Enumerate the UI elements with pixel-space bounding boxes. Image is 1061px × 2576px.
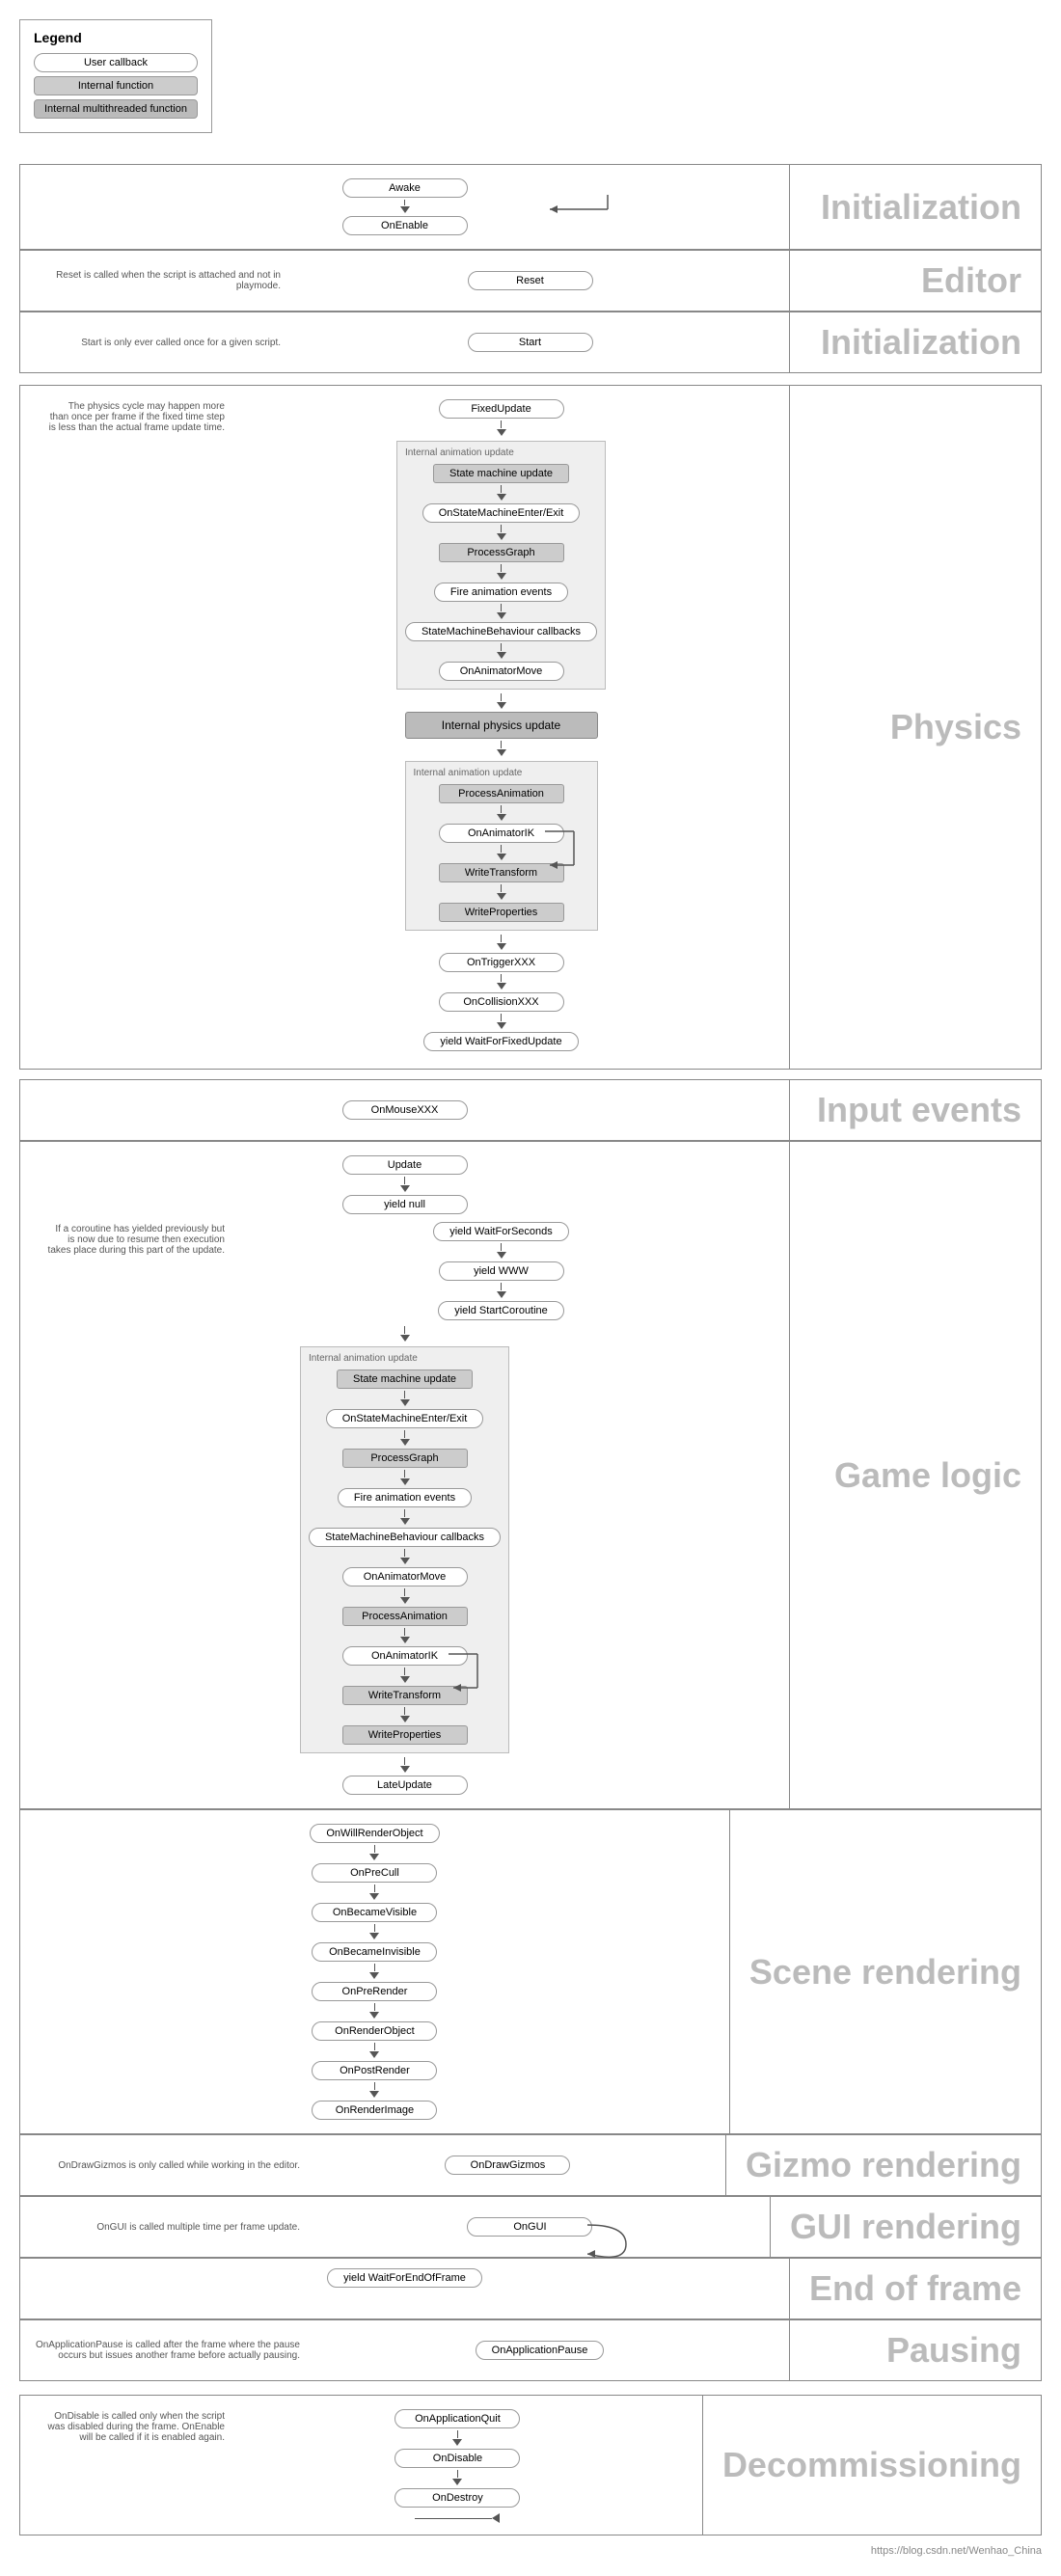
gui-left-text: OnGUI is called multiple time per frame …	[30, 2222, 300, 2233]
game-logic-left-text: If a coroutine has yielded previously bu…	[40, 1220, 232, 1260]
section-initialization1: Awake OnEnabl	[19, 164, 1042, 250]
node-on-pre-render: OnPreRender	[312, 1982, 437, 2001]
node-on-post-render: OnPostRender	[312, 2061, 437, 2080]
node-yield-end-of-frame: yield WaitForEndOfFrame	[327, 2268, 482, 2288]
game-logic-anim-title: Internal animation update	[309, 1353, 418, 1364]
init2-left-text: Start is only ever called once for a giv…	[30, 338, 281, 348]
node-on-pre-cull: OnPreCull	[312, 1863, 437, 1883]
section-physics-title: Physics	[790, 386, 1041, 1069]
node-start: Start	[468, 333, 593, 352]
node-fixedupdate: FixedUpdate	[439, 399, 564, 419]
node-awake: Awake	[342, 178, 468, 198]
section-decommissioning-title: Decommissioning	[703, 2396, 1041, 2535]
node-gl-fire-animation: Fire animation events	[338, 1488, 472, 1507]
decommissioning-left-text: OnDisable is called only when the script…	[40, 2407, 232, 2447]
node-on-became-visible: OnBecameVisible	[312, 1903, 437, 1922]
node-internal-physics: Internal physics update	[405, 712, 598, 739]
node-reset: Reset	[468, 271, 593, 290]
legend-multithreaded-function: Internal multithreaded function	[34, 99, 198, 119]
section-physics: The physics cycle may happen more than o…	[19, 385, 1042, 1070]
pausing-left-text: OnApplicationPause is called after the f…	[30, 2340, 300, 2361]
legend-internal-function: Internal function	[34, 76, 198, 95]
node-yield-wait-seconds: yield WaitForSeconds	[433, 1222, 569, 1241]
initialization1-content: Awake OnEnabl	[20, 165, 790, 249]
node-on-draw-gizmos: OnDrawGizmos	[445, 2156, 570, 2175]
node-process-animation-p: ProcessAnimation	[439, 784, 564, 803]
node-gl-process-graph: ProcessGraph	[342, 1449, 468, 1468]
legend: Legend User callback Internal function I…	[19, 19, 212, 133]
editor-left-text: Reset is called when the script is attac…	[30, 270, 281, 291]
section-decommissioning: OnDisable is called only when the script…	[19, 2395, 1042, 2535]
node-write-properties-p: WriteProperties	[439, 903, 564, 922]
node-fire-animation-p: Fire animation events	[434, 583, 568, 602]
decommissioning-content: OnDisable is called only when the script…	[20, 2396, 703, 2535]
node-gl-state-machine-beh: StateMachineBehaviour callbacks	[309, 1528, 501, 1547]
node-on-application-pause: OnApplicationPause	[476, 2341, 605, 2360]
section-gizmo-title: Gizmo rendering	[726, 2135, 1041, 2195]
node-gl-process-animation: ProcessAnimation	[342, 1607, 468, 1626]
gizmo-left-text: OnDrawGizmos is only called while workin…	[30, 2160, 300, 2171]
physics-left-text: The physics cycle may happen more than o…	[40, 397, 232, 437]
physics-anim2-title: Internal animation update	[414, 768, 523, 778]
legend-title: Legend	[34, 30, 198, 45]
node-gl-state-machine-update: State machine update	[337, 1369, 473, 1389]
node-gl-write-properties: WriteProperties	[342, 1725, 468, 1745]
section-scene-rendering: OnWillRenderObject OnPreCull OnBecameVis…	[19, 1809, 1042, 2134]
node-yield-null: yield null	[342, 1195, 468, 1214]
node-on-disable: OnDisable	[394, 2449, 520, 2468]
section-game-logic-title: Game logic	[790, 1142, 1041, 1808]
section-input-title: Input events	[790, 1080, 1041, 1140]
game-logic-content: Update yield null If a coroutine has yie…	[20, 1142, 790, 1808]
scene-rendering-content: OnWillRenderObject OnPreCull OnBecameVis…	[20, 1810, 730, 2133]
node-on-will-render: OnWillRenderObject	[310, 1824, 439, 1843]
node-on-became-invisible: OnBecameInvisible	[312, 1942, 437, 1962]
section-game-logic: Update yield null If a coroutine has yie…	[19, 1141, 1042, 1809]
node-process-graph: ProcessGraph	[439, 543, 564, 562]
footer: https://blog.csdn.net/Wenhao_China	[0, 2535, 1061, 2566]
node-on-gui: OnGUI	[467, 2217, 592, 2237]
node-yield-www: yield WWW	[439, 1261, 564, 1281]
node-state-machine-beh-p: StateMachineBehaviour callbacks	[405, 622, 597, 641]
section-pausing-title: Pausing	[790, 2320, 1041, 2380]
game-logic-anim-box: Internal animation update State machine …	[300, 1346, 509, 1753]
physics-anim1-title: Internal animation update	[405, 447, 514, 458]
section-gui-title: GUI rendering	[771, 2197, 1041, 2257]
node-on-destroy: OnDestroy	[394, 2488, 520, 2508]
section-scene-rendering-title: Scene rendering	[730, 1810, 1041, 2133]
physics-content: The physics cycle may happen more than o…	[20, 386, 790, 1069]
node-on-render-image: OnRenderImage	[312, 2101, 437, 2120]
node-on-mouse-xxx: OnMouseXXX	[342, 1100, 468, 1120]
footer-url: https://blog.csdn.net/Wenhao_China	[871, 2545, 1042, 2557]
node-state-machine-update: State machine update	[433, 464, 569, 483]
node-on-trigger: OnTriggerXXX	[439, 953, 564, 972]
node-on-application-quit: OnApplicationQuit	[394, 2409, 520, 2428]
node-on-render-object: OnRenderObject	[312, 2021, 437, 2041]
node-gl-on-state-machine: OnStateMachineEnter/Exit	[326, 1409, 484, 1428]
section-init2-title: Initialization	[790, 312, 1041, 372]
node-on-animator-move-p: OnAnimatorMove	[439, 662, 564, 681]
section-end-of-frame-title: End of frame	[790, 2259, 1041, 2318]
legend-user-callback: User callback	[34, 53, 198, 72]
node-on-collision: OnCollisionXXX	[439, 992, 564, 1012]
node-on-state-machine: OnStateMachineEnter/Exit	[422, 503, 581, 523]
node-gl-on-animator-move: OnAnimatorMove	[342, 1567, 468, 1586]
physics-anim-box2: Internal animation update ProcessAnimati…	[405, 761, 598, 931]
section-initialization1-title: Initialization	[790, 165, 1041, 249]
node-yield-start-coroutine: yield StartCoroutine	[438, 1301, 564, 1320]
node-yield-wait-fixed: yield WaitForFixedUpdate	[423, 1032, 578, 1051]
section-editor-title: Editor	[790, 251, 1041, 311]
node-late-update: LateUpdate	[342, 1776, 468, 1795]
node-update: Update	[342, 1155, 468, 1175]
node-onenable: OnEnable	[342, 216, 468, 235]
physics-anim-box1: Internal animation update State machine …	[396, 441, 606, 690]
